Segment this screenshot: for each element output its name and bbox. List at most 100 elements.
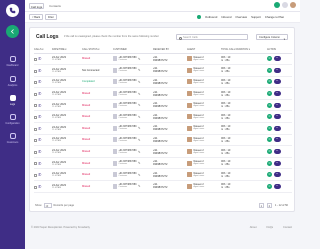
page-1-button[interactable]: 1 xyxy=(258,203,264,208)
customer-cell: +91 8373837283 Customer ✎ xyxy=(113,122,153,135)
row-checkbox[interactable] xyxy=(34,139,37,143)
table-row[interactable]: ✆ 24 Apr 2023 11:05 AM Missed +91 8373837283… xyxy=(34,168,292,182)
footer-link-about[interactable]: About xyxy=(250,226,257,229)
table-row[interactable]: ✆ 24 Apr 2023 11:05 AM Missed +91 8373837283… xyxy=(34,157,292,170)
table-row[interactable]: ✆ 24 Apr 2023 11:05 AM Missed +91 8373837283… xyxy=(34,134,292,147)
phone-status-icon[interactable] xyxy=(274,2,280,8)
table-row[interactable]: ✆ 24 Apr 2023 11:05 AM Completed +91 8373837… xyxy=(34,76,292,89)
call-back-button[interactable]: C xyxy=(267,114,272,120)
bell-icon[interactable] xyxy=(282,2,288,8)
table-row[interactable]: ✆ 24 Apr 2023 11:05 AM Not Connected +91 837… xyxy=(34,64,292,77)
customer-cell: +91 8373837283 Customer ✎ xyxy=(113,145,153,158)
col-calls[interactable]: CALLS ▾ xyxy=(34,46,52,54)
footer-link-contact[interactable]: Contact xyxy=(283,226,292,229)
agent-cell: Naveen 2 Agent name xyxy=(187,168,221,182)
status-badge: Missed xyxy=(82,122,113,135)
more-options-button[interactable]: ••• xyxy=(273,114,281,120)
edit-icon[interactable]: ✎ xyxy=(138,161,141,165)
action-cell: C ••• xyxy=(267,53,292,66)
more-options-button[interactable]: ••• xyxy=(273,183,281,189)
app-root: Dashboard Analytics Logs Configuration C… xyxy=(0,0,300,249)
call-back-button[interactable]: C xyxy=(267,125,272,131)
row-checkbox[interactable] xyxy=(34,92,37,96)
filter-button[interactable]: Filter xyxy=(45,14,57,20)
edit-icon[interactable]: ✎ xyxy=(138,115,141,119)
table-row[interactable]: ✆ 24 Apr 2023 11:05 AM Missed +91 8373837283… xyxy=(34,122,292,135)
table-row[interactable]: ✆ 24 Apr 2023 11:05 AM Missed +91 8373837283… xyxy=(34,110,292,124)
edit-icon[interactable]: ✎ xyxy=(138,184,141,188)
edit-icon[interactable]: ✎ xyxy=(138,68,141,72)
edit-icon[interactable]: ✎ xyxy=(138,80,141,84)
edit-icon[interactable]: ✎ xyxy=(138,138,141,142)
back-button[interactable]: < Back xyxy=(29,14,44,20)
footer-link-faqs[interactable]: FAQs xyxy=(267,226,274,229)
edit-icon[interactable]: ✎ xyxy=(138,150,141,154)
footer: © 2023 Super Receptionist. Powered by Kn… xyxy=(25,222,300,249)
edit-icon[interactable]: ✎ xyxy=(138,173,141,177)
plan-link[interactable]: Change to Plan xyxy=(265,15,284,19)
call-back-button[interactable]: C xyxy=(267,67,272,73)
table-row[interactable]: ✆ 24 Apr 2023 11:05 AM Missed +91 8373837283… xyxy=(34,53,292,66)
more-options-button[interactable]: ••• xyxy=(273,79,281,85)
call-back-button[interactable]: C xyxy=(267,183,272,189)
table-row[interactable]: ✆ 24 Apr 2023 11:05 AM Missed +91 8373837283… xyxy=(34,99,292,112)
more-options-button[interactable]: ••• xyxy=(273,67,281,73)
call-back-button[interactable]: C xyxy=(267,149,272,155)
more-options-button[interactable]: ••• xyxy=(273,102,281,108)
more-options-button[interactable]: ••• xyxy=(273,149,281,155)
edit-icon[interactable]: ✎ xyxy=(138,126,141,130)
row-checkbox[interactable] xyxy=(34,69,37,73)
support-link[interactable]: Support xyxy=(251,15,261,19)
col-status[interactable]: CALL STATUS ▾ xyxy=(82,46,113,54)
status-badge: Missed xyxy=(82,168,113,182)
row-checkbox[interactable] xyxy=(34,185,37,189)
table-row[interactable]: ✆ 24 Apr 2023 11:05 AM Missed +91 8373837283… xyxy=(34,87,292,100)
customer-avatar xyxy=(113,67,117,73)
table-row[interactable]: ✆ 24 Apr 2023 11:05 AM Missed +91 8373837283… xyxy=(34,145,292,158)
sidebar-item-logs[interactable]: Logs xyxy=(0,93,25,111)
more-options-button[interactable]: ••• xyxy=(273,172,281,178)
more-options-button[interactable]: ••• xyxy=(273,56,281,62)
row-checkbox[interactable] xyxy=(34,174,37,178)
row-checkbox[interactable] xyxy=(34,116,37,120)
phone-logo-icon[interactable] xyxy=(6,4,19,17)
call-back-button[interactable]: C xyxy=(267,56,272,62)
row-checkbox[interactable] xyxy=(34,150,37,154)
table-row[interactable]: ✆ 24 Apr 2023 11:05 AM Missed +91 8373837283… xyxy=(34,180,292,193)
edit-icon[interactable]: ✎ xyxy=(138,103,141,107)
edit-icon[interactable]: ✎ xyxy=(138,92,141,96)
call-back-button[interactable]: C xyxy=(267,160,272,166)
call-back-button[interactable]: C xyxy=(267,172,272,178)
tab-contacts[interactable]: Contacts xyxy=(48,3,62,9)
sidebar-item-configuration[interactable]: Configuration xyxy=(0,112,25,130)
configure-column-select[interactable]: Configure Column ▾ xyxy=(256,34,288,41)
tab-call-logs[interactable]: Call logs xyxy=(29,3,44,9)
row-checkbox[interactable] xyxy=(34,81,37,85)
search-input[interactable]: Search Calls xyxy=(176,34,248,40)
more-options-button[interactable]: ••• xyxy=(273,91,281,97)
avatar[interactable] xyxy=(290,2,296,8)
more-options-button[interactable]: ••• xyxy=(273,160,281,166)
edit-icon[interactable]: ✎ xyxy=(138,57,141,61)
call-back-button[interactable]: C xyxy=(267,91,272,97)
arrow-left-icon[interactable] xyxy=(6,25,19,38)
row-checkbox[interactable] xyxy=(34,104,37,108)
more-options-button[interactable]: ••• xyxy=(273,137,281,143)
sidebar-item-dashboard[interactable]: Dashboard xyxy=(0,54,25,72)
row-checkbox[interactable] xyxy=(34,127,37,131)
page-2-button[interactable]: 2 xyxy=(266,203,272,208)
call-back-button[interactable]: C xyxy=(267,137,272,143)
col-date[interactable]: DATE/TIME ▾ xyxy=(52,46,82,54)
outbound-link[interactable]: Outbound xyxy=(205,15,217,19)
call-back-button[interactable]: C xyxy=(267,102,272,108)
col-duration[interactable]: TOTAL CALL DURATION ▾ xyxy=(221,46,267,54)
call-back-button[interactable]: C xyxy=(267,79,272,85)
row-checkbox[interactable] xyxy=(34,162,37,166)
row-checkbox[interactable] xyxy=(34,58,37,62)
sidebar-item-analytics[interactable]: Analytics xyxy=(0,74,25,92)
more-options-button[interactable]: ••• xyxy=(273,125,281,131)
overview-link[interactable]: Overview xyxy=(235,15,247,19)
inbound-link[interactable]: Inbound xyxy=(221,15,231,19)
page-size-select[interactable]: 10 xyxy=(43,203,52,208)
sidebar-item-customers[interactable]: Customers xyxy=(0,131,25,149)
